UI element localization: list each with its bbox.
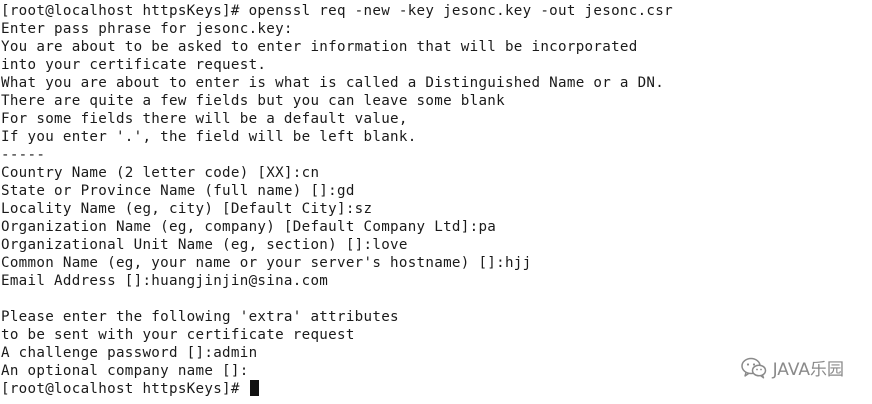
- terminal-line: Locality Name (eg, city) [Default City]:…: [1, 201, 373, 217]
- terminal-prompt: [root@localhost httpsKeys]#: [1, 381, 249, 397]
- terminal-line: Country Name (2 letter code) [XX]:cn: [1, 165, 320, 181]
- wechat-icon: [740, 357, 767, 379]
- terminal-line: [root@localhost httpsKeys]# openssl req …: [1, 3, 673, 19]
- watermark: JAVA乐园: [740, 355, 844, 380]
- terminal-line: What you are about to enter is what is c…: [1, 75, 665, 91]
- terminal-line: For some fields there will be a default …: [1, 111, 408, 127]
- terminal-window[interactable]: [root@localhost httpsKeys]# openssl req …: [0, 0, 872, 404]
- terminal-prompt-line[interactable]: [root@localhost httpsKeys]#: [1, 380, 673, 398]
- terminal-line: Organizational Unit Name (eg, section) […: [1, 237, 408, 253]
- cursor: [249, 380, 259, 396]
- terminal-line: -----: [1, 147, 46, 163]
- terminal-line: to be sent with your certificate request: [1, 327, 355, 343]
- terminal-output: [root@localhost httpsKeys]# openssl req …: [1, 2, 673, 398]
- terminal-line: A challenge password []:admin: [1, 345, 258, 361]
- terminal-line: If you enter '.', the field will be left…: [1, 129, 417, 145]
- watermark-text: JAVA乐园: [772, 360, 844, 380]
- terminal-line: You are about to be asked to enter infor…: [1, 39, 638, 55]
- terminal-line: An optional company name []:: [1, 363, 249, 379]
- terminal-line: Please enter the following 'extra' attri…: [1, 309, 399, 325]
- terminal-line: into your certificate request.: [1, 57, 267, 73]
- terminal-line: State or Province Name (full name) []:gd: [1, 183, 355, 199]
- terminal-line: Email Address []:huangjinjin@sina.com: [1, 273, 329, 289]
- terminal-line: Enter pass phrase for jesonc.key:: [1, 21, 293, 37]
- terminal-line: Organization Name (eg, company) [Default…: [1, 219, 497, 235]
- terminal-line: There are quite a few fields but you can…: [1, 93, 505, 109]
- terminal-line: Common Name (eg, your name or your serve…: [1, 255, 532, 271]
